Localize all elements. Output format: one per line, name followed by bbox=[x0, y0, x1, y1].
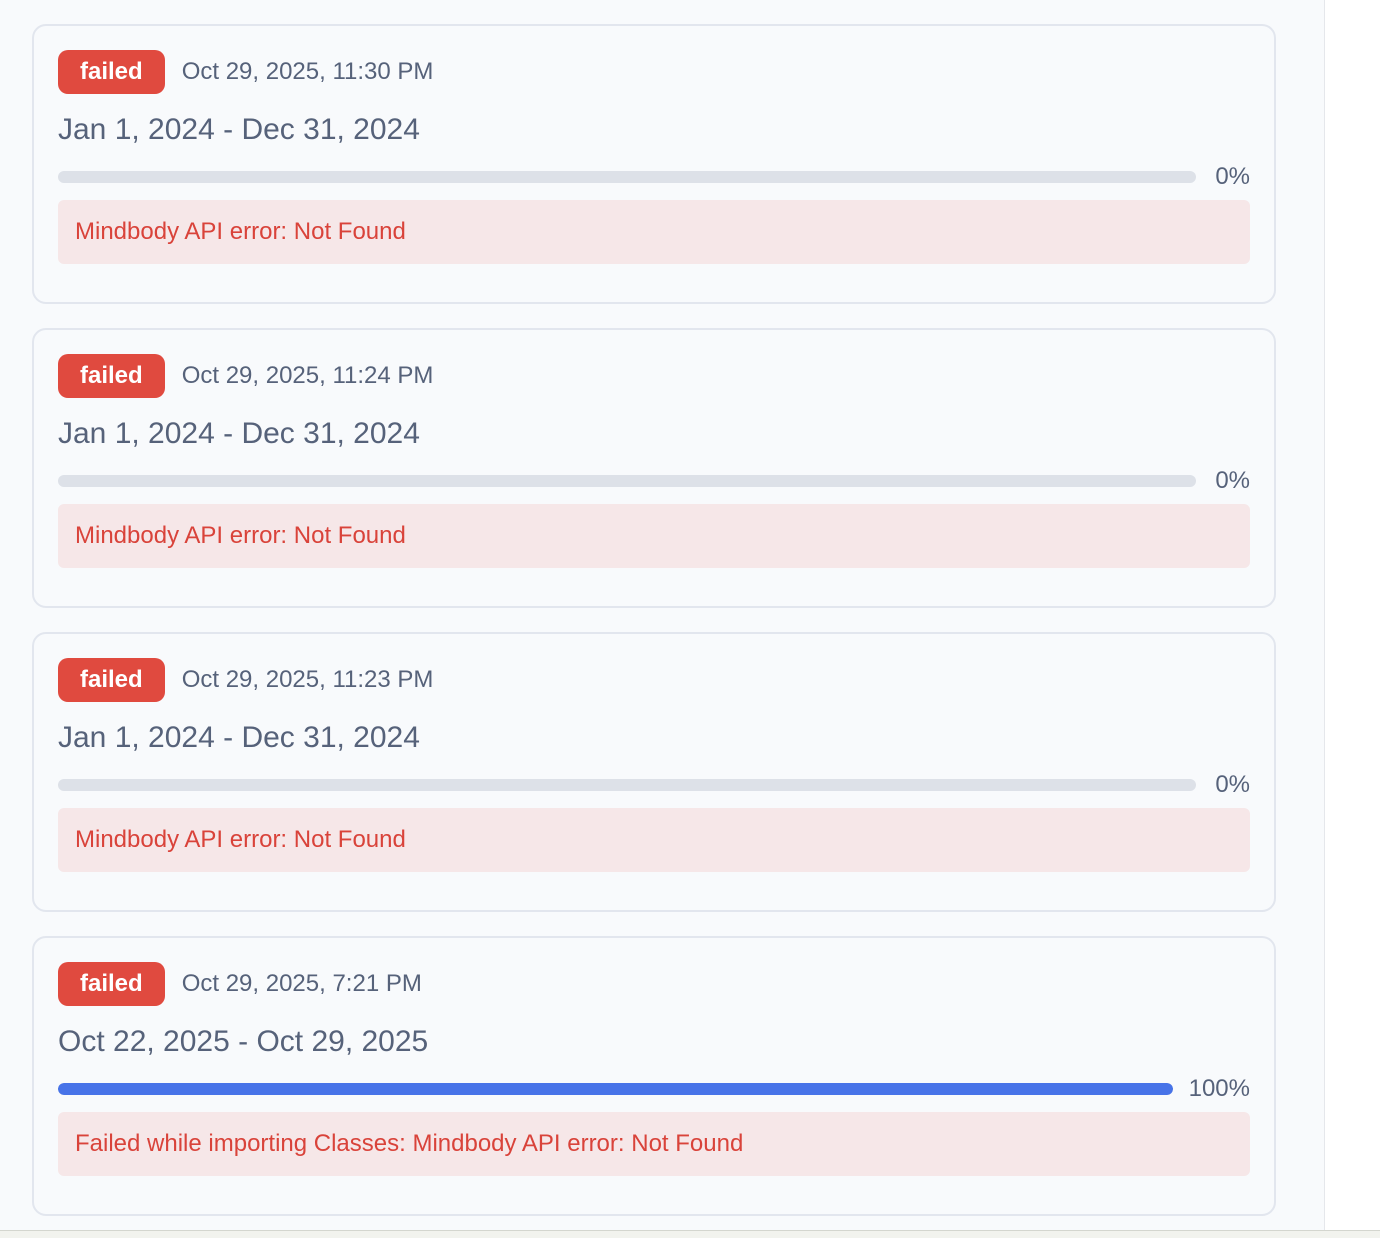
progress-row: 0% bbox=[58, 769, 1250, 801]
error-message: Failed while importing Classes: Mindbody… bbox=[58, 1112, 1250, 1176]
import-job-list: failed Oct 29, 2025, 11:30 PM Jan 1, 202… bbox=[32, 24, 1276, 1240]
card-header: failed Oct 29, 2025, 11:24 PM bbox=[58, 354, 1250, 398]
right-gutter bbox=[1325, 0, 1380, 1230]
job-date-range: Jan 1, 2024 - Dec 31, 2024 bbox=[58, 721, 420, 754]
progress-bar bbox=[58, 475, 1196, 487]
job-timestamp: Oct 29, 2025, 11:30 PM bbox=[181, 58, 434, 85]
window-bottom-edge bbox=[0, 1230, 1380, 1238]
progress-percentage: 100% bbox=[1188, 1075, 1250, 1102]
progress-percentage: 0% bbox=[1215, 771, 1250, 798]
progress-percentage: 0% bbox=[1215, 467, 1250, 494]
status-badge: failed bbox=[58, 50, 165, 94]
job-date-range: Oct 22, 2025 - Oct 29, 2025 bbox=[58, 1025, 429, 1058]
status-badge: failed bbox=[58, 658, 165, 702]
error-message: Mindbody API error: Not Found bbox=[58, 808, 1250, 872]
card-header: failed Oct 29, 2025, 11:23 PM bbox=[58, 658, 1250, 702]
job-timestamp: Oct 29, 2025, 7:21 PM bbox=[181, 970, 422, 997]
card-header: failed Oct 29, 2025, 7:21 PM bbox=[58, 962, 1250, 1006]
error-message: Mindbody API error: Not Found bbox=[58, 504, 1250, 568]
progress-row: 0% bbox=[58, 161, 1250, 193]
progress-percentage: 0% bbox=[1215, 163, 1250, 190]
progress-bar-fill bbox=[58, 1083, 1173, 1095]
job-timestamp: Oct 29, 2025, 11:23 PM bbox=[181, 666, 434, 693]
import-job-card: failed Oct 29, 2025, 11:30 PM Jan 1, 202… bbox=[32, 24, 1276, 304]
progress-row: 100% bbox=[58, 1073, 1250, 1105]
progress-bar bbox=[58, 171, 1196, 183]
status-badge: failed bbox=[58, 962, 165, 1006]
main-panel: failed Oct 29, 2025, 11:30 PM Jan 1, 202… bbox=[0, 0, 1325, 1230]
import-job-card: failed Oct 29, 2025, 11:24 PM Jan 1, 202… bbox=[32, 328, 1276, 608]
progress-row: 0% bbox=[58, 465, 1250, 497]
error-message: Mindbody API error: Not Found bbox=[58, 200, 1250, 264]
card-header: failed Oct 29, 2025, 11:30 PM bbox=[58, 50, 1250, 94]
progress-bar bbox=[58, 1083, 1173, 1095]
job-timestamp: Oct 29, 2025, 11:24 PM bbox=[181, 362, 434, 389]
job-date-range: Jan 1, 2024 - Dec 31, 2024 bbox=[58, 113, 420, 146]
import-job-card: failed Oct 29, 2025, 7:21 PM Oct 22, 202… bbox=[32, 936, 1276, 1216]
progress-bar bbox=[58, 779, 1196, 791]
import-job-card: failed Oct 29, 2025, 11:23 PM Jan 1, 202… bbox=[32, 632, 1276, 912]
status-badge: failed bbox=[58, 354, 165, 398]
job-date-range: Jan 1, 2024 - Dec 31, 2024 bbox=[58, 417, 420, 450]
